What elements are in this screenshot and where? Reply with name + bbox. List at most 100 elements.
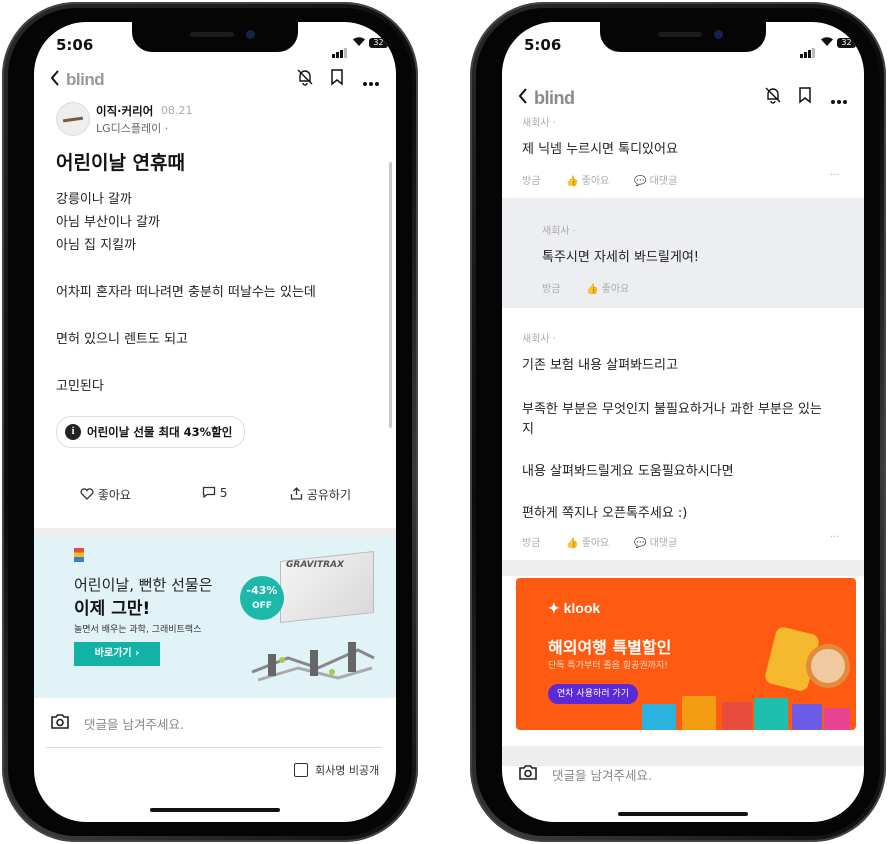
post-line: 고민된다 [56, 379, 104, 394]
gift-box [642, 704, 676, 730]
post-actions: 좋아요 5 공유하기 [34, 486, 396, 508]
gift-box [792, 704, 822, 730]
anon-label: 회사명 비공개 [315, 764, 380, 777]
ad-line2: 이제 그만! [74, 599, 151, 619]
ad-banner-gravitrax[interactable]: 어린이날, 뻔한 선물은 이제 그만! 놀면서 배우는 과학, 그래비트랙스 바… [34, 536, 396, 698]
reply-text: 톡주시면 자세히 봐드릴게여! [542, 250, 699, 265]
comment-company: 새회사 · [522, 334, 556, 345]
post-line: 어차피 혼자라 떠나려면 충분히 떠날수는 있는데 [56, 285, 316, 300]
bell-off-icon[interactable] [764, 86, 782, 108]
like-label: 좋아요 [581, 538, 610, 549]
comment-line: 기존 보험 내용 살펴봐드리고 [522, 358, 678, 373]
comment-placeholder[interactable]: 댓글을 남겨주세요. [552, 765, 652, 784]
reply-like-button[interactable]: 👍 좋아요 [586, 280, 629, 295]
anonymous-company-toggle[interactable]: 회사명 비공개 [294, 762, 379, 778]
wifi-icon [352, 36, 366, 51]
nav-bar: blind [502, 84, 864, 116]
post-line: 아님 집 지킬까 [56, 238, 137, 253]
comment-time: 방금 [522, 176, 541, 187]
ad-line1: 어린이날, 뻔한 선물은 [74, 576, 213, 594]
like-label: 좋아요 [581, 176, 610, 187]
status-time: 5:06 [56, 36, 94, 54]
author-company: LG디스플레이 · [96, 122, 169, 135]
brand-logo [74, 548, 84, 562]
comment-text: 제 닉넴 누르시면 톡디있어요 [522, 142, 678, 157]
like-label: 좋아요 [601, 284, 630, 295]
comment-like-button[interactable]: 👍 좋아요 [566, 534, 609, 549]
event-chip[interactable]: i 어린이날 선물 최대 43%할인 [56, 416, 246, 448]
notch [132, 22, 298, 52]
post-date: 08.21 [161, 104, 193, 117]
camera-icon[interactable] [518, 764, 538, 785]
back-chevron-icon[interactable] [518, 86, 528, 110]
checkbox[interactable] [294, 763, 308, 777]
battery-icon: 32 [837, 38, 856, 48]
post-line: 아님 부산이나 갈까 [56, 215, 160, 230]
share-icon [290, 487, 303, 500]
post-line: 면허 있으니 렌트도 되고 [56, 332, 188, 347]
phone-frame-right: 5:06 32 blind 새회사 · 제 닉넴 누르시면 톡디있어요 방금 👍… [470, 2, 886, 842]
comment-input-bar[interactable]: 댓글을 남겨주세요. [502, 762, 864, 810]
comment-more-icon[interactable]: ··· [830, 532, 840, 543]
nav-bar: blind [34, 66, 396, 98]
info-icon: i [65, 424, 81, 440]
comment-line: 편하게 쪽지나 오픈톡주세요 :) [522, 506, 688, 521]
speech-bubble-icon [202, 486, 216, 499]
screen-right: 5:06 32 blind 새회사 · 제 닉넴 누르시면 톡디있어요 방금 👍… [502, 22, 864, 822]
reply-company: 새회사 · [542, 226, 576, 237]
ad-subtitle: 단독 특가부터 졸음 항공권까지! [548, 661, 668, 671]
bell-off-icon[interactable] [296, 68, 314, 90]
post-line: 강릉이나 갈까 [56, 192, 132, 207]
comment-time: 방금 [522, 538, 541, 549]
reply-label: 대댓글 [649, 176, 678, 187]
phone-frame-left: 5:06 32 blind 이직·커리어 08.21 LG디스플레이 · 어린이… [2, 2, 418, 842]
bookmark-icon[interactable] [798, 86, 812, 108]
more-icon[interactable] [830, 90, 848, 109]
neck-pillow-image [806, 644, 850, 688]
blind-logo: blind [534, 88, 575, 108]
reply-button[interactable]: 💬 대댓글 [634, 172, 677, 187]
share-button[interactable]: 공유하기 [290, 486, 351, 503]
comment-line: 내용 살펴봐드릴게요 도움필요하시다면 [522, 464, 734, 479]
section-divider [34, 528, 396, 536]
klook-logo: ✦ klook [548, 600, 601, 616]
comment-input-bar[interactable]: 댓글을 남겨주세요. [34, 698, 396, 746]
ad-banner-klook[interactable]: ✦ klook 해외여행 특별할인 단독 특가부터 졸음 항공권까지! 연차 사… [516, 578, 856, 730]
ad-title: 해외여행 특별할인 [548, 638, 672, 657]
badge-pct: -43% [246, 584, 278, 597]
comment-line: 부족한 부분은 무엇인지 불필요하거나 과한 부분은 있는 [522, 402, 822, 417]
comment-like-button[interactable]: 👍 좋아요 [566, 172, 609, 187]
gift-box [682, 696, 716, 730]
like-label: 좋아요 [97, 488, 131, 502]
camera-icon[interactable] [50, 713, 70, 734]
home-indicator[interactable] [618, 812, 748, 816]
battery-icon: 32 [369, 38, 388, 48]
status-time: 5:06 [524, 36, 562, 54]
divider-line [46, 747, 382, 748]
section-divider [502, 560, 864, 576]
heart-icon [80, 488, 94, 500]
ad-line3: 놀면서 배우는 과학, 그래비트랙스 [74, 625, 202, 635]
comment-count: 5 [219, 486, 228, 500]
scrollbar[interactable] [389, 162, 392, 428]
comment-count-button[interactable]: 5 [202, 486, 227, 500]
gift-box [722, 702, 752, 730]
comment-placeholder[interactable]: 댓글을 남겨주세요. [84, 714, 184, 733]
back-chevron-icon[interactable] [50, 68, 60, 92]
home-indicator[interactable] [150, 808, 280, 812]
comment-more-icon[interactable]: ··· [830, 170, 840, 181]
like-button[interactable]: 좋아요 [80, 486, 131, 503]
discount-badge: -43% OFF [240, 576, 284, 620]
reply-button[interactable]: 💬 대댓글 [634, 534, 677, 549]
ad-cta-button[interactable]: 연차 사용하러 가기 [548, 684, 638, 704]
badge-off: OFF [252, 601, 272, 611]
ad-cta-button[interactable]: 바로가기 › [74, 642, 160, 666]
reply-time: 방금 [542, 284, 561, 295]
bookmark-icon[interactable] [330, 68, 344, 90]
signal-icon [332, 39, 348, 58]
more-icon[interactable] [362, 72, 380, 91]
post-category[interactable]: 이직·커리어 [96, 103, 153, 119]
blind-logo: blind [66, 70, 105, 89]
screen-left: 5:06 32 blind 이직·커리어 08.21 LG디스플레이 · 어린이… [34, 22, 396, 822]
author-avatar[interactable] [56, 102, 90, 136]
